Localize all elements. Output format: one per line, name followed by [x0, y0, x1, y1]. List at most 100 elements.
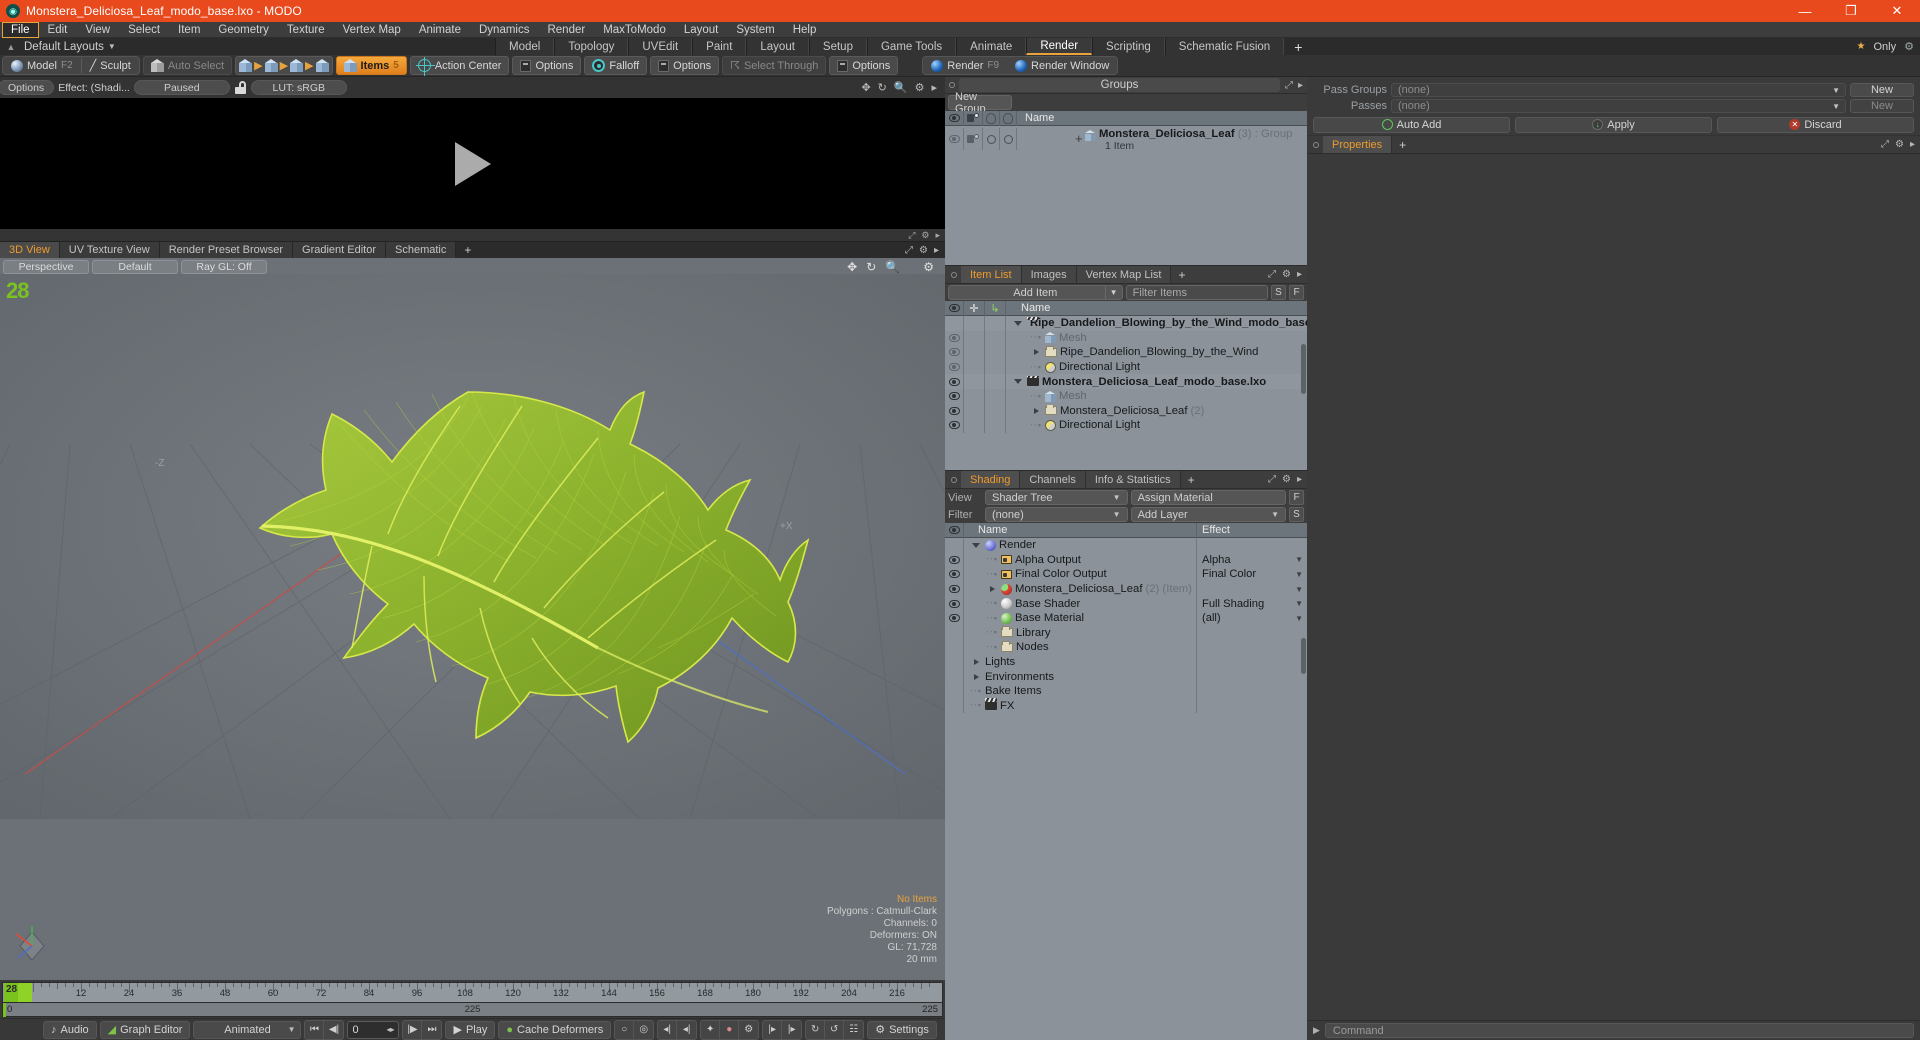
render-effect-label[interactable]: Effect: (Shadi... [58, 82, 130, 94]
row-effect-cell[interactable]: Final Color ▼ [1197, 567, 1307, 582]
assign-material-button[interactable]: Assign Material [1130, 490, 1286, 505]
tab-gradient-editor[interactable]: Gradient Editor [293, 242, 386, 258]
key-setup-button[interactable]: ◎ [634, 1021, 653, 1039]
prev-keyframe-button[interactable]: ◂| [658, 1020, 678, 1039]
collapse-twisty-icon[interactable] [970, 542, 982, 548]
material-select-icon[interactable] [315, 59, 329, 72]
chevron-right-icon[interactable]: ▸ [934, 245, 939, 256]
action-center-options-button[interactable]: Options [512, 56, 582, 75]
expand-icon[interactable]: ⤢ [905, 245, 913, 256]
row-effect-cell[interactable] [1197, 684, 1307, 699]
col-shading[interactable] [964, 110, 983, 126]
row-visibility-toggle[interactable] [945, 596, 964, 611]
next-key-button[interactable]: |▶ [403, 1020, 423, 1039]
tab-model[interactable]: Model [495, 38, 555, 55]
pass-groups-new-button[interactable]: New [1850, 83, 1914, 97]
row-effect-cell[interactable] [1197, 655, 1307, 670]
expand-icon[interactable]: ⤢ [1285, 80, 1293, 91]
apply-button[interactable]: ↓ Apply [1515, 116, 1712, 133]
chevron-down-icon[interactable]: ▼ [1295, 585, 1303, 594]
row-visibility-toggle[interactable] [945, 552, 964, 568]
col-transform[interactable]: ↳ [985, 300, 1006, 316]
animated-selector[interactable]: Animated ▼ [193, 1020, 302, 1039]
falloff-options-button[interactable]: Options [650, 56, 720, 75]
next-keyframe-button-2[interactable]: |▸ [782, 1021, 801, 1039]
move-icon[interactable]: ✥ [861, 81, 870, 94]
row-name[interactable]: Monstera_Deliciosa_Leaf (2) [1006, 404, 1307, 417]
render-preview-viewport[interactable] [0, 98, 945, 229]
row-visibility-toggle[interactable] [945, 403, 964, 419]
row-transform-cell[interactable] [985, 359, 1006, 375]
visibility-eye-icon[interactable] [948, 377, 960, 386]
command-input[interactable]: Command [1324, 1023, 1914, 1038]
table-row[interactable]: Environments [945, 669, 1307, 684]
tab-properties[interactable]: Properties [1323, 136, 1393, 153]
falloff-button[interactable]: Falloff [584, 56, 648, 75]
edge-select-icon[interactable] [264, 59, 278, 72]
add-tab-button[interactable]: + [1171, 266, 1192, 283]
shading-f-button[interactable]: F [1289, 490, 1304, 505]
visibility-eye-icon[interactable] [948, 421, 960, 430]
table-row[interactable]: ‧‧▪ Directional Light [945, 418, 1307, 433]
tab-item-list[interactable]: Item List [961, 266, 1022, 283]
collapse-twisty-icon[interactable] [1012, 379, 1024, 385]
current-frame-marker[interactable]: 28 [4, 983, 18, 1002]
tab-scripting[interactable]: Scripting [1092, 38, 1165, 55]
row-visibility-toggle[interactable] [945, 640, 964, 655]
row-visibility-toggle[interactable] [945, 330, 964, 346]
row-name[interactable]: Monstera_Deliciosa_Leaf_modo_base.lxo [1006, 375, 1307, 388]
collapse-arrow-icon[interactable]: ▲ [4, 42, 18, 52]
reload-button[interactable]: ↻ [806, 1020, 826, 1039]
chevron-down-icon[interactable]: ▼ [1113, 510, 1121, 519]
expand-twisty-icon[interactable] [1030, 407, 1042, 414]
row-visibility-toggle[interactable] [945, 625, 964, 641]
table-row[interactable]: ‧‧▪ Alpha Output Alpha ▼ [945, 552, 1307, 568]
frame-input[interactable]: 0 ◂▸ [347, 1020, 400, 1039]
menu-item-texture[interactable]: Texture [278, 22, 334, 38]
gear-icon[interactable]: ⚙ [923, 260, 934, 274]
expand-icon[interactable]: ⤢ [1268, 474, 1276, 485]
row-transform-cell[interactable] [985, 418, 1006, 433]
recycle-button[interactable]: ↺ [825, 1020, 845, 1039]
row-name[interactable]: Ripe_Dandelion_Blowing_by_the_Wind_modo_… [1006, 317, 1307, 329]
row-transform-cell[interactable] [985, 345, 1006, 360]
timeline-ruler[interactable]: 28 12 24 36 48 60 72 84 96 108 120 132 144 156 168 180… [2, 982, 943, 1003]
chevron-right-icon[interactable]: ▸ [931, 81, 937, 94]
table-row[interactable]: ‧‧▪ Mesh [945, 330, 1307, 346]
row-visibility-toggle[interactable] [945, 581, 964, 597]
gear-icon[interactable]: ⚙ [915, 81, 925, 94]
row-render-a-toggle[interactable] [983, 128, 1000, 150]
row-lock-cell[interactable] [964, 359, 985, 375]
visibility-eye-icon[interactable] [948, 333, 960, 342]
expand-twisty-icon[interactable] [1030, 349, 1042, 356]
row-name[interactable]: ‧‧▪ Bake Items [964, 683, 1197, 699]
filter-items-input[interactable]: Filter Items [1125, 285, 1268, 300]
row-visibility-toggle[interactable] [945, 538, 964, 553]
expand-icon[interactable]: ⤢ [1268, 269, 1276, 280]
chevron-down-icon[interactable]: ▼ [108, 42, 116, 51]
menu-item-animate[interactable]: Animate [410, 22, 470, 38]
row-render-b-toggle[interactable] [1000, 128, 1017, 150]
auto-select-button[interactable]: Auto Select [142, 56, 233, 75]
row-name[interactable]: ‧‧▪ Alpha Output [964, 552, 1197, 568]
panel-dot-icon[interactable] [1313, 141, 1319, 148]
expand-twisty-icon[interactable] [986, 586, 998, 593]
col-render-a[interactable] [983, 110, 1000, 126]
tab-render[interactable]: Render [1026, 38, 1093, 55]
render-button[interactable]: Render F9 [923, 57, 1007, 74]
zoom-icon[interactable]: 🔍 [894, 81, 908, 94]
menu-item-help[interactable]: Help [784, 22, 826, 38]
tab-topology[interactable]: Topology [554, 38, 629, 55]
sculpt-mode-button[interactable]: ╱ Sculpt [82, 57, 139, 74]
row-name[interactable]: ‧‧▪ Directional Light [1006, 419, 1307, 431]
add-key-button[interactable]: ✦ [701, 1020, 721, 1039]
menu-item-system[interactable]: System [727, 22, 783, 38]
gear-icon[interactable]: ⚙ [919, 245, 928, 256]
tab-render-preset-browser[interactable]: Render Preset Browser [159, 242, 294, 258]
row-transform-cell[interactable] [985, 374, 1006, 389]
row-visibility-toggle[interactable] [945, 669, 964, 684]
table-row[interactable]: ‧‧▪ FX [945, 698, 1307, 714]
items-mode-button[interactable]: Items 5 [335, 56, 407, 75]
visibility-eye-icon[interactable] [948, 363, 960, 372]
row-transform-cell[interactable] [985, 403, 1006, 419]
